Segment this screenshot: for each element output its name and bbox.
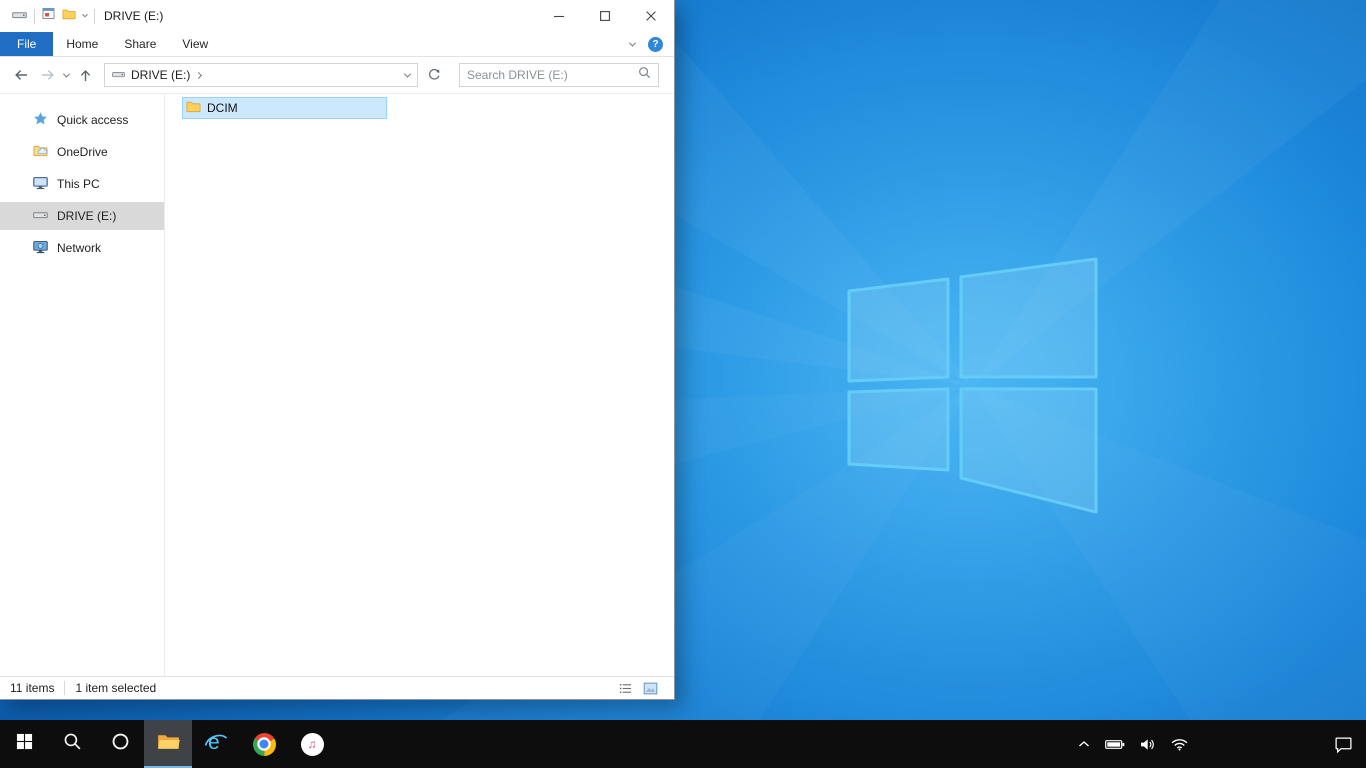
sidebar-item-onedrive[interactable]: OneDrive — [0, 138, 164, 166]
folder-icon — [186, 100, 201, 116]
svg-text:e: e — [208, 731, 220, 754]
sidebar-item-quick-access[interactable]: Quick access — [0, 106, 164, 134]
status-bar: 11 items 1 item selected — [0, 676, 674, 699]
ribbon-tabs: File Home Share View ? — [0, 32, 674, 57]
status-divider — [64, 681, 66, 695]
address-dropdown-chevron-icon[interactable] — [403, 70, 412, 78]
taskbar-file-explorer-button[interactable] — [144, 720, 192, 768]
sidebar-item-label: Network — [57, 241, 102, 255]
back-icon[interactable] — [10, 63, 32, 87]
expand-ribbon-chevron-icon[interactable] — [628, 39, 637, 47]
quick-access-toolbar — [0, 7, 95, 25]
cortana-button[interactable] — [96, 720, 144, 768]
recent-locations-chevron-icon[interactable] — [62, 70, 71, 78]
windows-logo-icon — [16, 733, 33, 755]
file-explorer-window: DRIVE (E:) File Home Share View ? DRIVE … — [0, 0, 675, 700]
hidden-icons-chevron-icon[interactable] — [1078, 720, 1090, 768]
file-item-label: DCIM — [207, 101, 238, 115]
start-button[interactable] — [0, 720, 48, 768]
window-title: DRIVE (E:) — [104, 9, 164, 23]
address-drive-icon — [112, 66, 125, 84]
sidebar-item-label: This PC — [57, 177, 100, 191]
tray-spacer — [1203, 744, 1315, 745]
drive-icon — [33, 209, 48, 223]
close-button[interactable] — [628, 0, 674, 32]
breadcrumb-chevron-icon[interactable] — [195, 71, 203, 79]
maximize-button[interactable] — [582, 0, 628, 32]
up-icon[interactable] — [74, 63, 96, 87]
qat-divider — [94, 8, 95, 24]
sidebar-item-label: OneDrive — [57, 145, 108, 159]
system-tray — [1078, 720, 1366, 768]
taskbar-search-button[interactable] — [48, 720, 96, 768]
search-icon — [63, 732, 82, 756]
tab-file[interactable]: File — [0, 32, 54, 56]
cortana-ring-icon — [111, 732, 130, 756]
music-note-glyph: ♫ — [307, 737, 317, 751]
itunes-button[interactable]: ♫ — [288, 720, 336, 768]
title-bar[interactable]: DRIVE (E:) — [0, 0, 674, 32]
minimize-button[interactable] — [536, 0, 582, 32]
computer-icon — [33, 176, 48, 193]
details-view-button[interactable] — [615, 679, 635, 697]
tab-share[interactable]: Share — [111, 32, 169, 56]
chrome-button[interactable] — [240, 720, 288, 768]
internet-explorer-icon: e — [203, 729, 229, 760]
file-explorer-icon — [156, 731, 181, 757]
chrome-icon — [252, 732, 276, 756]
search-box[interactable] — [459, 63, 659, 87]
taskbar: e ♫ — [0, 720, 1366, 768]
wifi-icon[interactable] — [1171, 720, 1188, 768]
file-item-dcim[interactable]: DCIM — [182, 97, 387, 119]
explorer-main: Quick access OneDrive This PC DRIVE (E:) — [0, 94, 674, 676]
search-input[interactable] — [467, 68, 638, 82]
action-center-icon[interactable] — [1330, 720, 1366, 768]
network-icon — [33, 240, 48, 257]
navigation-pane: Quick access OneDrive This PC DRIVE (E:) — [0, 94, 165, 676]
onedrive-folder-icon — [33, 144, 48, 160]
navigation-bar: DRIVE (E:) — [0, 57, 674, 94]
help-icon[interactable]: ? — [648, 36, 663, 52]
file-list[interactable]: DCIM — [165, 94, 674, 676]
battery-icon[interactable] — [1105, 720, 1125, 768]
star-icon — [33, 111, 48, 129]
address-bar[interactable]: DRIVE (E:) — [104, 63, 418, 87]
qat-customize-chevron-icon[interactable] — [82, 11, 88, 18]
window-controls — [536, 0, 674, 32]
search-icon[interactable] — [638, 66, 651, 84]
sidebar-item-this-pc[interactable]: This PC — [0, 170, 164, 198]
breadcrumb[interactable]: DRIVE (E:) — [131, 68, 190, 82]
itunes-icon: ♫ — [300, 732, 324, 756]
volume-icon[interactable] — [1140, 720, 1156, 768]
internet-explorer-button[interactable]: e — [192, 720, 240, 768]
sidebar-item-network[interactable]: Network — [0, 234, 164, 262]
tab-home[interactable]: Home — [53, 32, 111, 56]
forward-icon[interactable] — [37, 63, 59, 87]
window-drive-icon — [12, 7, 27, 25]
new-folder-icon[interactable] — [62, 7, 76, 25]
tab-view[interactable]: View — [169, 32, 221, 56]
refresh-icon[interactable] — [423, 63, 445, 87]
qat-divider — [34, 8, 35, 24]
large-icons-view-button[interactable] — [640, 679, 660, 697]
sidebar-item-label: Quick access — [57, 113, 129, 127]
properties-icon[interactable] — [42, 7, 55, 25]
sidebar-item-drive-e[interactable]: DRIVE (E:) — [0, 202, 164, 230]
selection-count: 1 item selected — [75, 681, 157, 695]
sidebar-item-label: DRIVE (E:) — [57, 209, 117, 223]
item-count: 11 items — [10, 681, 55, 695]
